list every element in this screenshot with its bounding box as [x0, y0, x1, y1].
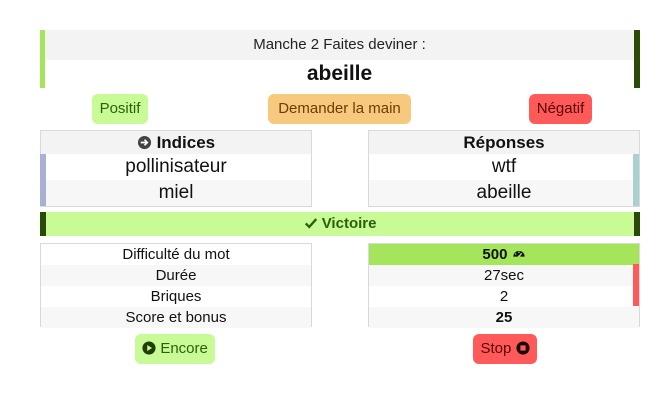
stat-value: 25: [369, 307, 639, 328]
header-accent-right: [634, 30, 640, 88]
clues-title: Indices: [156, 133, 216, 152]
stat-value: 27sec: [369, 265, 639, 286]
check-icon: [304, 214, 318, 238]
stat-label: Briques: [150, 288, 202, 305]
clues-stripe: [40, 154, 46, 206]
ask-hand-button[interactable]: Demander la main: [268, 94, 411, 124]
clue-item: pollinisateur: [125, 156, 227, 177]
result-label-wrap: Victoire: [46, 212, 634, 236]
answer-item: abeille: [369, 180, 639, 206]
stats-labels: Difficulté du mot Durée Briques Score et…: [40, 243, 312, 328]
clues-header: Indices: [41, 131, 311, 154]
stat-value: 500: [482, 246, 508, 263]
stop-circle-icon: [515, 336, 530, 365]
stop-label: Stop: [480, 340, 512, 357]
round-title: Manche 2 Faites deviner :: [253, 36, 426, 53]
stat-value-difficulty: 500: [369, 244, 639, 265]
answers-title: Réponses: [369, 131, 639, 154]
negative-button[interactable]: Négatif: [529, 94, 592, 124]
answers-stripe: [633, 154, 639, 206]
stat-value: 2: [499, 288, 509, 305]
clue-item: miel: [41, 180, 311, 206]
again-label: Encore: [160, 340, 208, 357]
again-button[interactable]: Encore: [135, 334, 215, 364]
positive-button[interactable]: Positif: [92, 94, 148, 124]
play-circle-icon: [142, 336, 156, 365]
stats-red-stripe: [633, 264, 639, 306]
stat-label: Durée: [41, 265, 311, 286]
result-label: Victoire: [321, 215, 377, 232]
stat-label: Difficulté du mot: [122, 246, 230, 263]
gauge-icon: [512, 246, 526, 267]
clues-panel: Indices pollinisateur miel: [40, 130, 312, 207]
result-accent-right: [634, 212, 640, 236]
stop-button[interactable]: Stop: [473, 334, 537, 364]
stat-label: Score et bonus: [41, 307, 311, 328]
arrow-circle-icon: [137, 133, 152, 156]
answer-item: wtf: [491, 156, 517, 177]
word-to-guess: abeille: [306, 62, 373, 85]
answers-panel: Réponses wtf abeille: [368, 130, 640, 207]
stats-values: 500 27sec 2 25: [368, 243, 640, 328]
